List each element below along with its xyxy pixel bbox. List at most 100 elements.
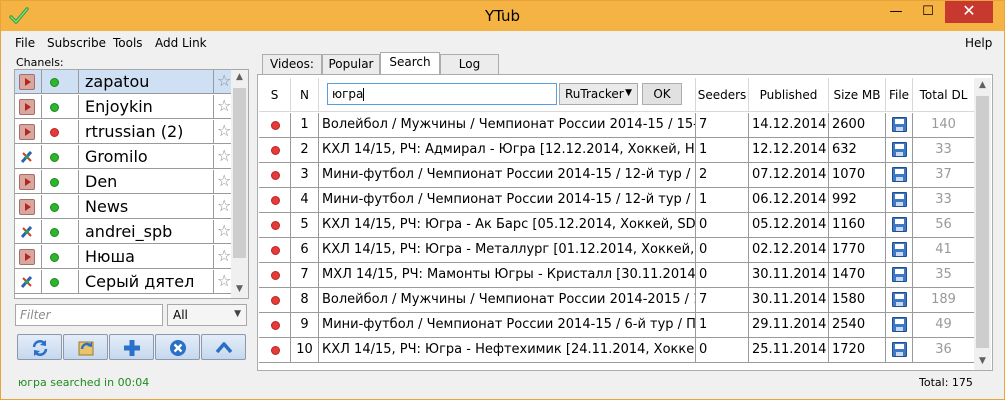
save-icon[interactable]: [892, 342, 907, 357]
table-row[interactable]: 7 МХЛ 14/15, РЧ: Мамонты Югры - Кристалл …: [259, 263, 974, 288]
torrent-title[interactable]: КХЛ 14/15, РЧ: Адмирал - Югра [12.12.201…: [319, 138, 696, 162]
save-icon[interactable]: [892, 167, 907, 182]
torrent-title[interactable]: Мини-футбол / Чемпионат России 2014-15 /…: [319, 188, 696, 212]
torrent-title[interactable]: Мини-футбол / Чемпионат России 2014-15 /…: [319, 163, 696, 187]
file-cell[interactable]: [886, 338, 913, 362]
update-button[interactable]: [63, 334, 108, 360]
save-icon[interactable]: [892, 292, 907, 307]
channel-row[interactable]: andrei_spb ☆: [15, 220, 231, 244]
table-row[interactable]: 4 Мини-футбол / Чемпионат России 2014-15 …: [259, 188, 974, 213]
channel-row[interactable]: Gromilo ☆: [15, 145, 231, 169]
star-icon[interactable]: ☆: [217, 171, 231, 190]
maximize-button[interactable]: ☐: [913, 1, 943, 23]
table-row[interactable]: 9 Мини-футбол / Чемпионат России 2014-15 …: [259, 313, 974, 338]
channel-row[interactable]: rtrussian (2) ☆: [15, 120, 231, 144]
filter-input[interactable]: Filter: [15, 304, 163, 326]
torrent-title[interactable]: Волейбол / Мужчины / Чемпионат России 20…: [319, 288, 696, 312]
minimize-button[interactable]: —: [881, 1, 911, 23]
move-up-button[interactable]: [201, 334, 246, 360]
tab-videos[interactable]: Videos:: [262, 54, 322, 74]
star-icon[interactable]: ☆: [217, 71, 231, 90]
channel-name: Enjoykin: [85, 97, 153, 116]
column-header-seeders[interactable]: Seeders: [696, 78, 749, 112]
save-icon[interactable]: [892, 242, 907, 257]
file-cell[interactable]: [886, 188, 913, 212]
channel-row[interactable]: News ☆: [15, 195, 231, 219]
table-row[interactable]: 6 КХЛ 14/15, РЧ: Югра - Металлург [01.12.…: [259, 238, 974, 263]
file-cell[interactable]: [886, 113, 913, 137]
remove-button[interactable]: [155, 334, 200, 360]
table-row[interactable]: 5 КХЛ 14/15, РЧ: Югра - Ак Барс [05.12.20…: [259, 213, 974, 238]
file-cell[interactable]: [886, 238, 913, 262]
column-header-size[interactable]: Size MB: [829, 78, 886, 112]
channel-row[interactable]: Нюша ☆: [15, 245, 231, 269]
scroll-thumb[interactable]: [233, 88, 246, 258]
file-cell[interactable]: [886, 313, 913, 337]
column-header-published[interactable]: Published: [749, 78, 829, 112]
add-button[interactable]: [109, 334, 154, 360]
close-button[interactable]: ✕: [945, 1, 993, 23]
file-cell[interactable]: [886, 288, 913, 312]
star-icon[interactable]: ☆: [217, 221, 231, 240]
torrent-title[interactable]: КХЛ 14/15, РЧ: Югра - Нефтехимик [24.11.…: [319, 338, 696, 362]
ok-button[interactable]: OK: [642, 83, 682, 105]
star-icon[interactable]: ☆: [217, 196, 231, 215]
save-icon[interactable]: [892, 117, 907, 132]
torrent-title[interactable]: КХЛ 14/15, РЧ: Югра - Ак Барс [05.12.201…: [319, 213, 696, 237]
star-icon[interactable]: ☆: [217, 121, 231, 140]
tab-search[interactable]: Search: [380, 52, 440, 75]
channel-row[interactable]: Enjoykin ☆: [15, 95, 231, 119]
channel-row[interactable]: zapatou ☆: [15, 70, 231, 94]
torrent-title[interactable]: МХЛ 14/15, РЧ: Мамонты Югры - Кристалл […: [319, 263, 696, 287]
scroll-down-icon[interactable]: ▼: [974, 356, 991, 366]
file-cell[interactable]: [886, 263, 913, 287]
channel-row[interactable]: Den ☆: [15, 170, 231, 194]
torrent-title[interactable]: Мини-футбол / Чемпионат России 2014-15 /…: [319, 313, 696, 337]
tracker-select[interactable]: RuTracker ▼: [559, 83, 638, 105]
save-icon[interactable]: [892, 192, 907, 207]
menu-help[interactable]: Help: [965, 36, 992, 50]
column-header-s[interactable]: S: [259, 78, 291, 112]
table-row[interactable]: 3 Мини-футбол / Чемпионат России 2014-15 …: [259, 163, 974, 188]
published-cell: 30.11.2014: [749, 288, 829, 312]
column-header-total-dl[interactable]: Total DL: [913, 78, 974, 112]
star-icon[interactable]: ☆: [217, 146, 231, 165]
column-header-n[interactable]: N: [291, 78, 319, 112]
youtube-icon: [19, 174, 35, 190]
table-row[interactable]: 10 КХЛ 14/15, РЧ: Югра - Нефтехимик [24.1…: [259, 338, 974, 363]
results-scrollbar[interactable]: ▲ ▼: [974, 78, 991, 370]
menu-subscribe[interactable]: Subscribe: [47, 36, 106, 50]
star-icon[interactable]: ☆: [217, 246, 231, 265]
save-icon[interactable]: [892, 267, 907, 282]
scroll-thumb[interactable]: [976, 96, 989, 348]
table-row[interactable]: 8 Волейбол / Мужчины / Чемпионат России 2…: [259, 288, 974, 313]
scroll-down-icon[interactable]: ▼: [231, 284, 248, 294]
file-cell[interactable]: [886, 163, 913, 187]
refresh-button[interactable]: [17, 334, 62, 360]
scroll-up-icon[interactable]: ▲: [974, 80, 991, 90]
filter-select[interactable]: All ▼: [167, 304, 247, 326]
table-row[interactable]: 1 Волейбол / Мужчины / Чемпионат России 2…: [259, 113, 974, 138]
column-header-file[interactable]: File: [886, 78, 913, 112]
menu-file[interactable]: File: [15, 36, 35, 50]
torrent-title[interactable]: КХЛ 14/15, РЧ: Югра - Металлург [01.12.2…: [319, 238, 696, 262]
menu-tools[interactable]: Tools: [113, 36, 143, 50]
channel-list-scrollbar[interactable]: ▲ ▼: [231, 70, 248, 298]
save-icon[interactable]: [892, 217, 907, 232]
star-icon[interactable]: ☆: [217, 96, 231, 115]
channel-row[interactable]: Серый дятел ☆: [15, 270, 231, 294]
torrent-title[interactable]: Волейбол / Мужчины / Чемпионат России 20…: [319, 113, 696, 137]
menu-add-link[interactable]: Add Link: [155, 36, 207, 50]
scroll-up-icon[interactable]: ▲: [231, 72, 248, 82]
star-icon[interactable]: ☆: [217, 271, 231, 290]
search-input[interactable]: югра: [327, 83, 557, 105]
file-cell[interactable]: [886, 213, 913, 237]
title-bar[interactable]: YTub — ☐ ✕: [1, 1, 1004, 31]
save-icon[interactable]: [892, 317, 907, 332]
table-row[interactable]: 2 КХЛ 14/15, РЧ: Адмирал - Югра [12.12.20…: [259, 138, 974, 163]
tab-popular[interactable]: Popular: [322, 54, 380, 74]
tab-log[interactable]: Log: [440, 54, 499, 74]
plus-icon: [124, 340, 140, 356]
save-icon[interactable]: [892, 142, 907, 157]
file-cell[interactable]: [886, 138, 913, 162]
